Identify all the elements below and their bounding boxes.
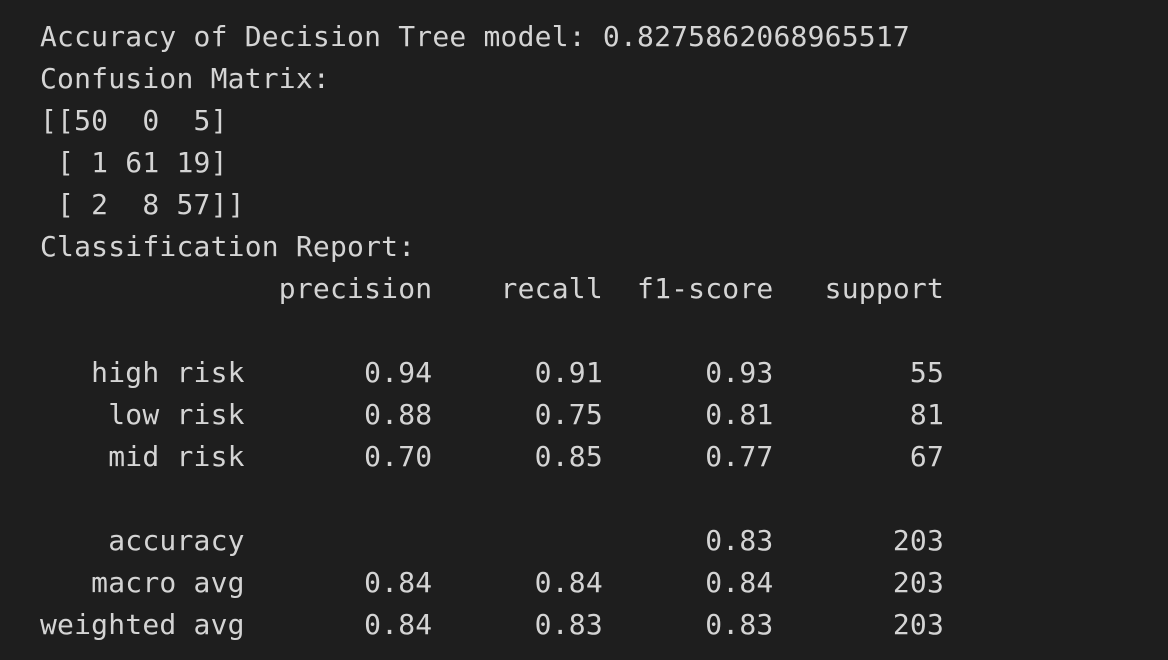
report-row: high risk 0.94 0.91 0.93 55 (40, 356, 945, 389)
matrix-row: [ 1 61 19] (40, 146, 228, 179)
confusion-matrix-title: Confusion Matrix: (40, 62, 330, 95)
summary-row: macro avg 0.84 0.84 0.84 203 (40, 566, 945, 599)
report-header: precision recall f1-score support (40, 272, 945, 305)
terminal-output: Accuracy of Decision Tree model: 0.82758… (40, 16, 944, 646)
accuracy-line: Accuracy of Decision Tree model: 0.82758… (40, 20, 910, 53)
report-row: mid risk 0.70 0.85 0.77 67 (40, 440, 945, 473)
matrix-row: [ 2 8 57]] (40, 188, 245, 221)
summary-row: accuracy 0.83 203 (40, 524, 945, 557)
classification-report-title: Classification Report: (40, 230, 416, 263)
matrix-row: [[50 0 5] (40, 104, 228, 137)
summary-row: weighted avg 0.84 0.83 0.83 203 (40, 608, 945, 641)
report-row: low risk 0.88 0.75 0.81 81 (40, 398, 945, 431)
